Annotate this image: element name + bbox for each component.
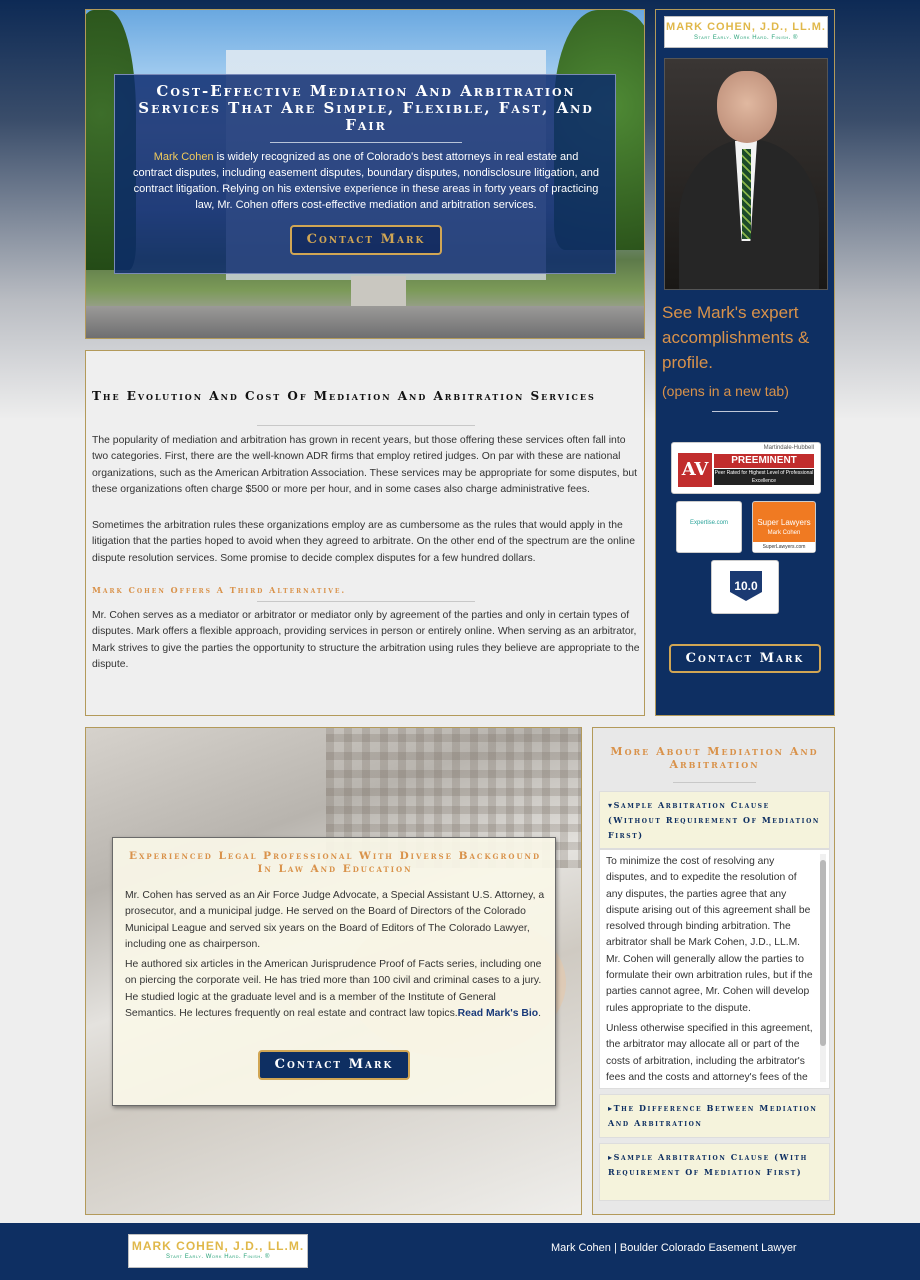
attorney-portrait bbox=[664, 58, 828, 290]
article-paragraph-3: Mr. Cohen serves as a mediator or arbitr… bbox=[92, 610, 640, 670]
bio-section: Experienced Legal Professional With Dive… bbox=[85, 727, 582, 1215]
superlawyers-label: Super Lawyers bbox=[757, 518, 811, 527]
footer-logo-tagline: Start Early. Work Hard. Finish. ® bbox=[166, 1254, 270, 1260]
expertise-badge[interactable]: Expertise.com bbox=[676, 501, 742, 553]
hero-road bbox=[86, 306, 644, 338]
badge-org: Martindale-Hubbell bbox=[763, 445, 814, 451]
article-subtitle: Mark Cohen Offers A Third Alternative. bbox=[92, 585, 347, 595]
article-title: The Evolution And Cost Of Mediation And … bbox=[92, 389, 596, 403]
bio-card: Experienced Legal Professional With Dive… bbox=[112, 837, 556, 1106]
av-logo-icon: AV bbox=[678, 453, 712, 487]
new-tab-note: (opens in a new tab) bbox=[662, 383, 789, 399]
bio-contact-button[interactable]: Contact Mark bbox=[258, 1050, 410, 1080]
scrollbar-thumb[interactable] bbox=[820, 860, 826, 1046]
accordion-content[interactable]: To minimize the cost of resolving any di… bbox=[599, 849, 830, 1089]
article-paragraph-2: Sometimes the arbitration rules these or… bbox=[92, 520, 635, 564]
footer-logo-name: MARK COHEN, J.D., LL.M. bbox=[131, 1239, 305, 1253]
logo-name: MARK COHEN, J.D., LL.M. bbox=[666, 21, 826, 33]
accordion-sample-clause-without-mediation[interactable]: ▾Sample Arbitration Clause (Without Requ… bbox=[599, 791, 830, 849]
hero-divider bbox=[270, 142, 462, 143]
article-section: The Evolution And Cost Of Mediation And … bbox=[85, 350, 645, 716]
bio-paragraph-1: Mr. Cohen has served as an Air Force Jud… bbox=[125, 890, 545, 950]
footer-text: Mark Cohen | Boulder Colorado Easement L… bbox=[551, 1242, 797, 1254]
superlawyers-name: Mark Cohen bbox=[767, 530, 801, 536]
expertise-label: Expertise.com bbox=[689, 520, 728, 526]
badge-title: PREEMINENT bbox=[714, 454, 814, 468]
sidebar: MARK COHEN, J.D., LL.M. Start Early. Wor… bbox=[655, 9, 835, 716]
avvo-rating-badge[interactable]: 10.0 bbox=[711, 560, 779, 614]
sidebar-logo[interactable]: MARK COHEN, J.D., LL.M. Start Early. Wor… bbox=[664, 16, 828, 48]
bio-link-end: . bbox=[538, 1007, 541, 1019]
accordion-scrollbar[interactable] bbox=[820, 854, 826, 1082]
more-about-section: More About Mediation And Arbitration ▾Sa… bbox=[592, 727, 835, 1215]
hero-section: Cost-Effective Mediation And Arbitration… bbox=[85, 9, 645, 339]
more-about-divider bbox=[673, 782, 756, 783]
accordion-paragraph-2: Unless otherwise specified in this agree… bbox=[606, 1022, 813, 1083]
article-subtitle-divider bbox=[257, 601, 475, 602]
footer-logo[interactable]: MARK COHEN, J.D., LL.M. Start Early. Wor… bbox=[128, 1234, 308, 1268]
bio-title: Experienced Legal Professional With Dive… bbox=[128, 850, 542, 875]
sidebar-divider bbox=[712, 411, 778, 412]
hero-title: Cost-Effective Mediation And Arbitration… bbox=[138, 82, 594, 134]
article-divider bbox=[257, 425, 475, 426]
logo-tagline: Start Early. Work Hard. Finish. ® bbox=[694, 35, 798, 41]
accordion-paragraph-1: To minimize the cost of resolving any di… bbox=[606, 856, 813, 1014]
hero-text: Mark Cohen is widely recognized as one o… bbox=[133, 149, 599, 213]
accordion-sample-clause-with-mediation[interactable]: ▸Sample Arbitration Clause (With Require… bbox=[599, 1143, 830, 1201]
footer: MARK COHEN, J.D., LL.M. Start Early. Wor… bbox=[0, 1223, 920, 1280]
article-paragraph-1: The popularity of mediation and arbitrat… bbox=[92, 435, 638, 495]
profile-link[interactable]: See Mark's expert accomplishments & prof… bbox=[662, 300, 830, 375]
hero-highlight-name: Mark Cohen bbox=[153, 151, 214, 163]
hero-contact-button[interactable]: Contact Mark bbox=[290, 225, 442, 255]
portrait-tie bbox=[742, 149, 751, 239]
av-preeminent-badge[interactable]: Martindale-Hubbell AV PREEMINENT Peer Ra… bbox=[671, 442, 821, 494]
read-bio-link[interactable]: Read Mark's Bio bbox=[458, 1008, 538, 1019]
accordion-mediation-vs-arbitration[interactable]: ▸The Difference Between Mediation And Ar… bbox=[599, 1094, 830, 1138]
badge-subtitle: Peer Rated for Highest Level of Professi… bbox=[714, 469, 814, 485]
avvo-shield-icon: 10.0 bbox=[730, 571, 762, 601]
bio-paragraph-2: He authored six articles in the American… bbox=[125, 957, 545, 1022]
hero-overlay-card: Cost-Effective Mediation And Arbitration… bbox=[114, 74, 616, 274]
superlawyers-badge[interactable]: Super Lawyers Mark Cohen SuperLawyers.co… bbox=[752, 501, 816, 553]
portrait-face bbox=[717, 71, 777, 143]
more-about-title: More About Mediation And Arbitration bbox=[610, 745, 819, 771]
superlawyers-url: SuperLawyers.com bbox=[753, 542, 815, 552]
sidebar-contact-button[interactable]: Contact Mark bbox=[669, 644, 821, 673]
